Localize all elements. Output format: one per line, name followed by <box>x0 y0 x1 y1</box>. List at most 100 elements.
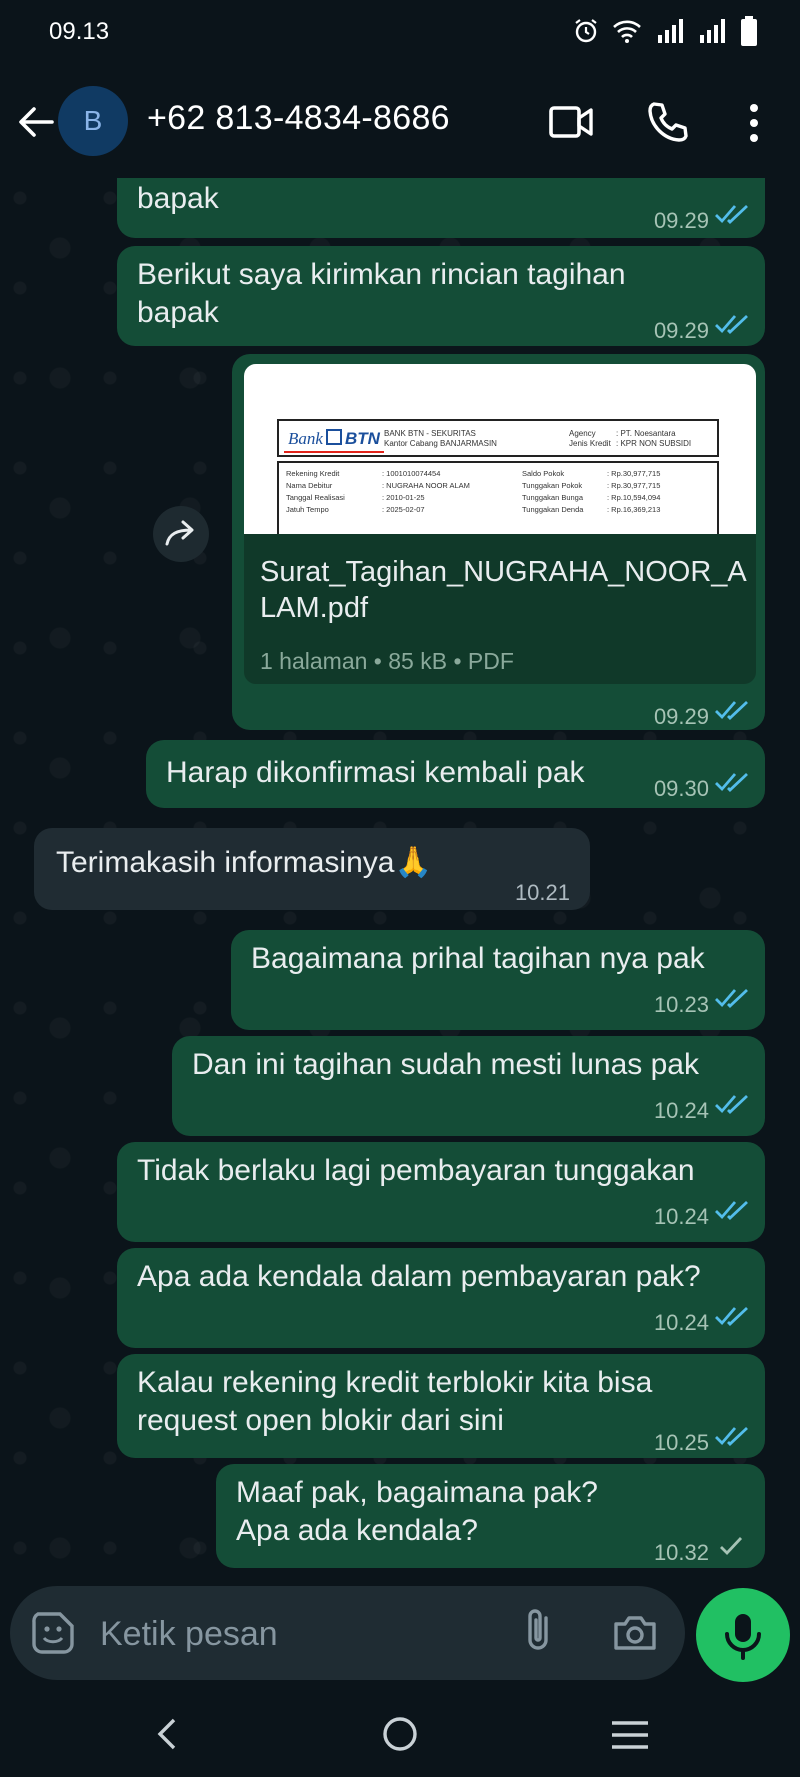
nav-back-icon[interactable] <box>150 1716 186 1752</box>
chat-area[interactable]: bapak 09.29 Berikut saya kirimkan rincia… <box>0 178 800 1588</box>
message-time: 09.30 <box>653 776 709 801</box>
preview-row-value: : Rp.30,977,715 <box>607 481 660 490</box>
paperclip-icon[interactable] <box>520 1606 560 1656</box>
preview-header-line1: BANK BTN - SEKURITAS <box>384 429 476 438</box>
message-time: 10.32 <box>653 1540 709 1565</box>
message-text-line1: Berikut saya kirimkan rincian tagihan <box>137 258 626 291</box>
message-time: 10.24 <box>653 1204 709 1229</box>
camera-icon[interactable] <box>612 1610 658 1654</box>
message-time: 10.21 <box>514 880 570 905</box>
document-name: Surat_Tagihan_NUGRAHA_NOOR_ALAM.pdf <box>260 556 747 624</box>
message-text-line2: Apa ada kendala? <box>236 1514 478 1547</box>
pdf-info[interactable]: Surat_Tagihan_NUGRAHA_NOOR_ALAM.pdf 1 ha… <box>244 534 756 684</box>
message-time: 09.29 <box>653 318 709 343</box>
btn-logo-text: BTN <box>345 429 381 448</box>
message-time: 09.29 <box>653 704 709 729</box>
message-input[interactable] <box>98 1586 462 1682</box>
preview-header-line2: Kantor Cabang BANJARMASIN <box>384 439 497 448</box>
system-navigation-bar <box>0 1690 800 1777</box>
message-bubble[interactable]: Maaf pak, bagaimana pak? Apa ada kendala… <box>216 1464 765 1568</box>
message-text: Dan ini tagihan sudah mesti lunas pak <box>192 1048 699 1081</box>
message-bubble[interactable]: Bagaimana prihal tagihan nya pak 10.23 <box>231 930 765 1030</box>
message-time: 09.29 <box>653 208 709 233</box>
message-time: 10.23 <box>653 992 709 1017</box>
message-bubble[interactable]: Dan ini tagihan sudah mesti lunas pak 10… <box>172 1036 765 1136</box>
forward-button[interactable] <box>153 506 209 562</box>
nav-recents-icon[interactable] <box>610 1718 650 1752</box>
message-text-line1: Maaf pak, bagaimana pak? <box>236 1476 598 1509</box>
message-bubble[interactable]: bapak 09.29 <box>117 178 765 238</box>
message-bubble[interactable]: Kalau rekening kredit terblokir kita bis… <box>117 1354 765 1458</box>
pdf-preview[interactable]: Bank BTN BANK BTN - SEKURITAS Kantor Cab… <box>244 364 756 534</box>
signal-icon-2 <box>700 19 725 43</box>
message-text: Terimakasih informasinya🙏 <box>56 846 432 879</box>
phone-icon[interactable] <box>646 100 690 144</box>
preview-jenis-value: : KPR NON SUBSIDI <box>616 439 691 448</box>
message-text: Bagaimana prihal tagihan nya pak <box>251 942 705 975</box>
message-text: Tidak berlaku lagi pembayaran tunggakan <box>137 1154 695 1187</box>
preview-row-label: Rekening Kredit <box>286 469 340 478</box>
message-text-line2: bapak <box>137 296 219 329</box>
double-check-icon <box>715 700 748 720</box>
preview-row-label: Jatuh Tempo <box>286 505 329 514</box>
double-check-icon <box>715 1306 748 1326</box>
double-check-icon <box>715 1426 748 1446</box>
document-meta: 1 halaman • 85 kB • PDF <box>260 648 514 674</box>
forward-icon <box>165 520 194 546</box>
battery-icon <box>741 16 757 46</box>
preview-row-value: : 2010-01-25 <box>382 493 425 502</box>
preview-agency-label: Agency <box>569 429 596 438</box>
preview-row-value: : Rp.16,369,213 <box>607 505 660 514</box>
alarm-icon <box>575 19 597 43</box>
video-call-icon[interactable] <box>548 102 594 142</box>
status-time: 09.13 <box>49 18 110 45</box>
nav-home-icon[interactable] <box>380 1714 420 1754</box>
contact-name[interactable]: +62 813-4834-8686 <box>147 99 450 138</box>
message-text-line2: request open blokir dari sini <box>137 1404 504 1437</box>
double-check-icon <box>715 988 748 1008</box>
double-check-icon <box>715 204 748 224</box>
preview-row-label: Nama Debitur <box>286 481 333 490</box>
bill-preview-image: Bank BTN BANK BTN - SEKURITAS Kantor Cab… <box>277 419 719 534</box>
preview-row-label: Tanggal Realisasi <box>286 493 345 502</box>
preview-row-value: : Rp.30,977,715 <box>607 469 660 478</box>
bank-logo-mark <box>326 429 342 445</box>
preview-row-label: Saldo Pokok <box>522 469 564 478</box>
message-text: bapak <box>137 182 219 215</box>
microphone-icon <box>725 1614 761 1660</box>
preview-row-label: Tunggakan Bunga <box>522 493 584 502</box>
message-bubble[interactable]: Apa ada kendala dalam pembayaran pak? 10… <box>117 1248 765 1348</box>
more-options-icon[interactable] <box>742 102 766 144</box>
single-check-icon <box>720 1537 743 1556</box>
document-message[interactable]: Bank BTN BANK BTN - SEKURITAS Kantor Cab… <box>232 354 765 730</box>
preview-row-value: : 1001010074454 <box>382 469 440 478</box>
preview-agency-value: : PT. Noesantara <box>616 429 676 438</box>
message-bubble[interactable]: Berikut saya kirimkan rincian tagihan ba… <box>117 246 765 346</box>
double-check-icon <box>715 314 748 334</box>
message-time: 10.24 <box>653 1310 709 1335</box>
message-time: 10.24 <box>653 1098 709 1123</box>
back-arrow-icon[interactable] <box>16 102 56 142</box>
message-bubble[interactable]: Tidak berlaku lagi pembayaran tunggakan … <box>117 1142 765 1242</box>
preview-row-value: : Rp.10,594,094 <box>607 493 660 502</box>
message-time: 10.25 <box>653 1430 709 1455</box>
message-bubble[interactable]: Harap dikonfirmasi kembali pak 09.30 <box>146 740 765 808</box>
voice-message-button[interactable] <box>696 1588 790 1682</box>
avatar[interactable]: B <box>58 86 128 156</box>
double-check-icon <box>715 772 748 792</box>
double-check-icon <box>715 1094 748 1114</box>
status-icons <box>574 16 758 46</box>
sticker-icon[interactable] <box>30 1610 76 1656</box>
double-check-icon <box>715 1200 748 1220</box>
avatar-letter: B <box>83 105 103 136</box>
message-input-bar <box>10 1586 685 1682</box>
preview-jenis-label: Jenis Kredit <box>569 439 612 448</box>
incoming-message-bubble[interactable]: Terimakasih informasinya🙏 10.21 <box>34 828 590 910</box>
chat-header: B +62 813-4834-8686 <box>0 66 800 178</box>
preview-row-value: : NUGRAHA NOOR ALAM <box>382 481 470 490</box>
message-text: Apa ada kendala dalam pembayaran pak? <box>137 1260 701 1293</box>
wifi-icon <box>613 20 641 43</box>
message-text-line1: Kalau rekening kredit terblokir kita bis… <box>137 1366 653 1399</box>
preview-row-label: Tunggakan Pokok <box>522 481 582 490</box>
bank-logo-text: Bank <box>288 429 323 448</box>
